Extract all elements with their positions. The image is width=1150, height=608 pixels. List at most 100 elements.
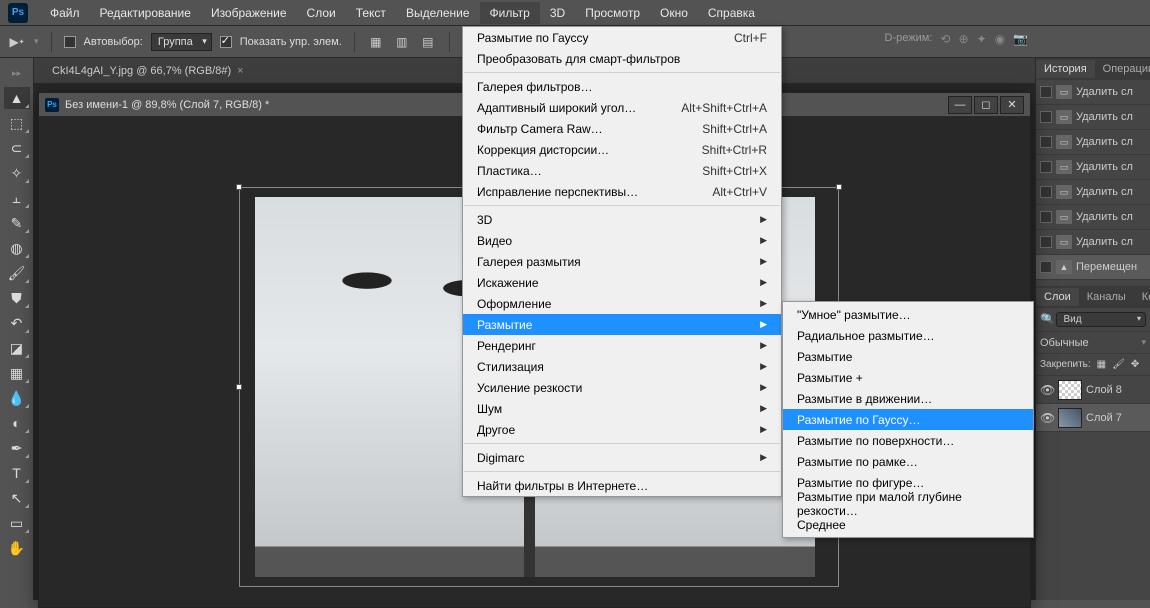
history-brush-tool[interactable]: ↶ <box>4 312 30 334</box>
type-tool[interactable]: T <box>4 462 30 484</box>
menu-файл[interactable]: Файл <box>40 2 90 24</box>
show-controls-label: Показать упр. элем. <box>240 36 342 48</box>
history-item[interactable]: ▲Перемещен <box>1036 255 1150 280</box>
history-tab[interactable]: История <box>1036 60 1095 78</box>
document-tab[interactable]: CkI4L4gAI_Y.jpg @ 66,7% (RGB/8#)× <box>42 61 254 81</box>
lasso-tool[interactable]: ⊂ <box>4 137 30 159</box>
lock-paint-icon[interactable]: 🖌 <box>1112 359 1125 370</box>
move-tool[interactable]: ▲ <box>4 87 30 109</box>
hand-tool[interactable]: ✋ <box>4 537 30 559</box>
filter-menu-item[interactable]: Видео▶ <box>463 230 781 251</box>
eraser-tool[interactable]: ◪ <box>4 337 30 359</box>
blur-submenu-item[interactable]: "Умное" размытие… <box>783 304 1033 325</box>
menu-3d[interactable]: 3D <box>540 2 575 24</box>
path-tool[interactable]: ↖ <box>4 487 30 509</box>
menu-слои[interactable]: Слои <box>297 2 346 24</box>
filter-menu-item[interactable]: Усиление резкости▶ <box>463 377 781 398</box>
filter-menu-item[interactable]: Digimarc▶ <box>463 447 781 468</box>
filter-menu-item[interactable]: Искажение▶ <box>463 272 781 293</box>
actions-tab[interactable]: Операции <box>1095 60 1150 78</box>
collapse-icon[interactable]: ▸▸ <box>4 62 30 84</box>
menu-окно[interactable]: Окно <box>650 2 698 24</box>
paths-tab[interactable]: Ко <box>1134 288 1150 306</box>
gradient-tool[interactable]: ▦ <box>4 362 30 384</box>
camera-icon[interactable]: 📷 <box>1013 32 1028 46</box>
align-icon[interactable]: ▦ <box>367 33 385 51</box>
shape-tool[interactable]: ▭ <box>4 512 30 534</box>
lock-move-icon[interactable]: ✥ <box>1131 359 1139 370</box>
filter-menu-item[interactable]: Адаптивный широкий угол…Alt+Shift+Ctrl+A <box>463 97 781 118</box>
history-item[interactable]: ▭Удалить сл <box>1036 205 1150 230</box>
filter-menu-item[interactable]: Шум▶ <box>463 398 781 419</box>
close-button[interactable]: ✕ <box>1000 96 1024 114</box>
filter-menu-item[interactable]: 3D▶ <box>463 209 781 230</box>
blur-submenu-item[interactable]: Размытие в движении… <box>783 388 1033 409</box>
visibility-icon[interactable]: 👁 <box>1040 383 1054 397</box>
brush-tool[interactable]: 🖌 <box>4 262 30 284</box>
wand-tool[interactable]: ✧ <box>4 162 30 184</box>
filter-menu-item[interactable]: Галерея размытия▶ <box>463 251 781 272</box>
menu-изображение[interactable]: Изображение <box>201 2 297 24</box>
pen-tool[interactable]: ✒ <box>4 437 30 459</box>
channels-tab[interactable]: Каналы <box>1079 288 1134 306</box>
auto-select-checkbox[interactable] <box>64 36 76 48</box>
history-item[interactable]: ▭Удалить сл <box>1036 80 1150 105</box>
history-item[interactable]: ▭Удалить сл <box>1036 105 1150 130</box>
close-icon[interactable]: × <box>237 65 243 77</box>
filter-menu-item[interactable]: Коррекция дисторсии…Shift+Ctrl+R <box>463 139 781 160</box>
pan-icon[interactable]: ⊕ <box>958 32 968 46</box>
orbit-icon[interactable]: ⟲ <box>940 32 950 46</box>
blur-tool[interactable]: 💧 <box>4 387 30 409</box>
align-icon[interactable]: ▤ <box>419 33 437 51</box>
stamp-tool[interactable]: ⛊ <box>4 287 30 309</box>
filter-menu-item[interactable]: Исправление перспективы…Alt+Ctrl+V <box>463 181 781 202</box>
filter-menu-item[interactable]: Другое▶ <box>463 419 781 440</box>
blur-submenu-item[interactable]: Размытие при малой глубине резкости… <box>783 493 1033 514</box>
layer-item[interactable]: 👁Слой 8 <box>1036 376 1150 404</box>
menu-редактирование[interactable]: Редактирование <box>90 2 201 24</box>
layer-filter-select[interactable]: Вид <box>1056 312 1146 327</box>
blur-submenu-item[interactable]: Радиальное размытие… <box>783 325 1033 346</box>
marquee-tool[interactable]: ⬚ <box>4 112 30 134</box>
visibility-icon[interactable]: 👁 <box>1040 411 1054 425</box>
menu-просмотр[interactable]: Просмотр <box>575 2 650 24</box>
minimize-button[interactable]: — <box>948 96 972 114</box>
blur-submenu-item[interactable]: Размытие + <box>783 367 1033 388</box>
crop-tool[interactable]: ⫠ <box>4 187 30 209</box>
menu-текст[interactable]: Текст <box>346 2 396 24</box>
group-select[interactable]: Группа <box>151 33 212 51</box>
roll-icon[interactable]: ◉ <box>995 32 1005 46</box>
heal-tool[interactable]: ◍ <box>4 237 30 259</box>
lock-pixels-icon[interactable]: ▦ <box>1097 359 1106 370</box>
filter-menu-item[interactable]: Найти фильтры в Интернете… <box>463 475 781 496</box>
filter-menu-item[interactable]: Размытие▶ <box>463 314 781 335</box>
align-icon[interactable]: ▥ <box>393 33 411 51</box>
dodge-tool[interactable]: ◐ <box>4 412 30 434</box>
filter-menu-item[interactable]: Размытие по ГауссуCtrl+F <box>463 27 781 48</box>
filter-menu-item[interactable]: Пластика…Shift+Ctrl+X <box>463 160 781 181</box>
filter-menu-item[interactable]: Галерея фильтров… <box>463 76 781 97</box>
history-item[interactable]: ▭Удалить сл <box>1036 130 1150 155</box>
blur-submenu-item[interactable]: Размытие по Гауссу… <box>783 409 1033 430</box>
blur-submenu-item[interactable]: Размытие <box>783 346 1033 367</box>
menu-справка[interactable]: Справка <box>698 2 765 24</box>
blend-mode-select[interactable]: Обычные <box>1040 337 1089 349</box>
menu-выделение[interactable]: Выделение <box>396 2 480 24</box>
filter-menu-item[interactable]: Стилизация▶ <box>463 356 781 377</box>
zoom-icon[interactable]: ✦ <box>977 32 987 46</box>
history-item[interactable]: ▭Удалить сл <box>1036 230 1150 255</box>
history-item[interactable]: ▭Удалить сл <box>1036 155 1150 180</box>
filter-menu-item[interactable]: Рендеринг▶ <box>463 335 781 356</box>
eyedropper-tool[interactable]: ✎ <box>4 212 30 234</box>
history-item[interactable]: ▭Удалить сл <box>1036 180 1150 205</box>
menu-фильтр[interactable]: Фильтр <box>480 2 540 24</box>
filter-menu-item[interactable]: Фильтр Camera Raw…Shift+Ctrl+A <box>463 118 781 139</box>
layer-item[interactable]: 👁Слой 7 <box>1036 404 1150 432</box>
blur-submenu-item[interactable]: Размытие по рамке… <box>783 451 1033 472</box>
show-controls-checkbox[interactable] <box>220 36 232 48</box>
maximize-button[interactable]: ◻ <box>974 96 998 114</box>
filter-menu-item[interactable]: Преобразовать для смарт-фильтров <box>463 48 781 69</box>
layers-tab[interactable]: Слои <box>1036 288 1079 306</box>
filter-menu-item[interactable]: Оформление▶ <box>463 293 781 314</box>
blur-submenu-item[interactable]: Размытие по поверхности… <box>783 430 1033 451</box>
